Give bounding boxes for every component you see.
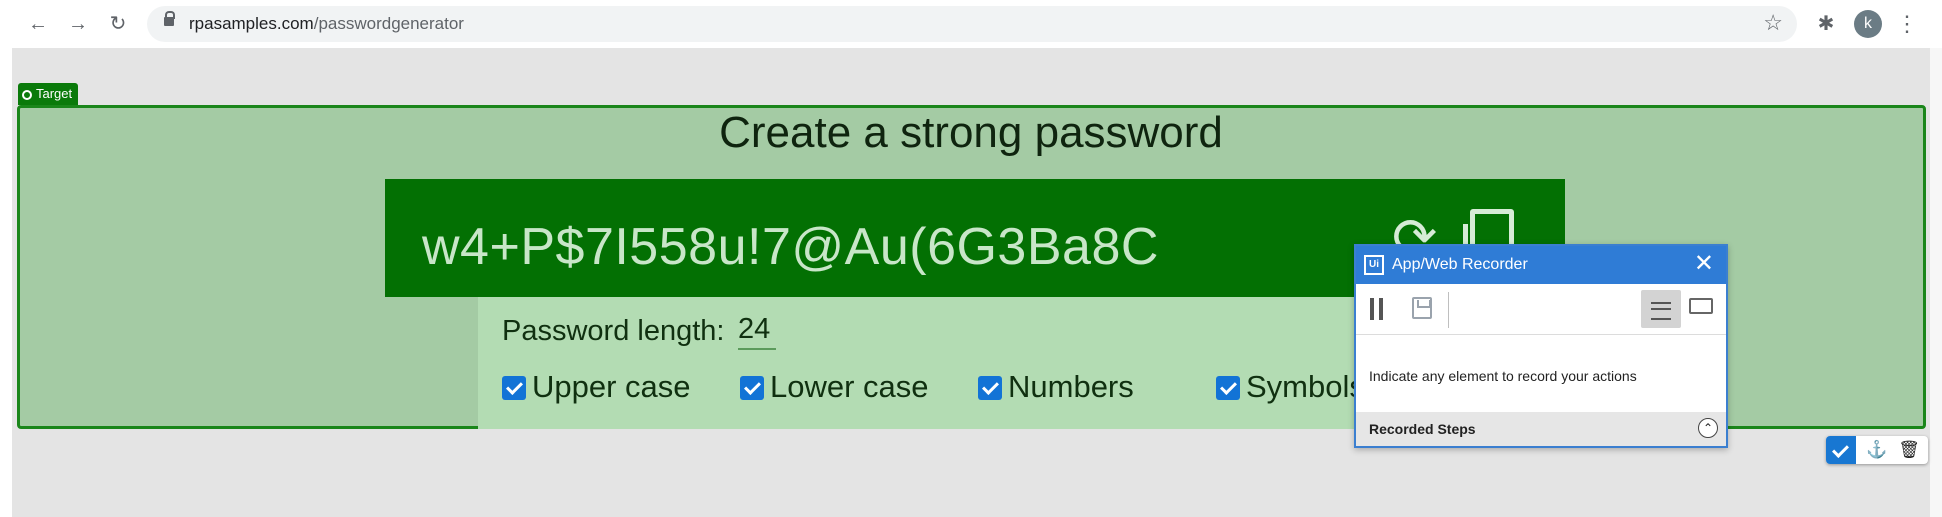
uipath-logo-icon: Ui — [1364, 255, 1384, 275]
length-input[interactable]: 24 — [738, 313, 776, 350]
option-symbols[interactable]: Symbols — [1216, 369, 1365, 405]
option-label: Symbols — [1246, 369, 1365, 404]
recorder-toolbar — [1356, 284, 1726, 335]
chevron-up-icon[interactable]: ⌃ — [1698, 418, 1718, 438]
recorded-steps-label: Recorded Steps — [1369, 421, 1476, 437]
avatar[interactable]: k — [1854, 10, 1882, 38]
option-upper-case[interactable]: Upper case — [502, 369, 691, 405]
checkbox-upper-case[interactable] — [502, 376, 526, 400]
recorder-window: Ui App/Web Recorder ✕ Indicate any eleme… — [1354, 244, 1728, 448]
url-domain: rpasamples.com — [189, 14, 314, 33]
address-bar[interactable]: rpasamples.com/passwordgenerator ☆ — [147, 6, 1797, 42]
pause-icon[interactable] — [1370, 298, 1384, 320]
option-label: Numbers — [1008, 369, 1134, 404]
select-target-button[interactable] — [1641, 290, 1681, 328]
browser-toolbar: ← → ↻ rpasamples.com/passwordgenerator ☆… — [0, 0, 1942, 48]
length-label: Password length: — [502, 315, 725, 347]
option-lower-case[interactable]: Lower case — [740, 369, 929, 405]
page-title: Create a strong password — [719, 108, 1223, 157]
extensions-icon[interactable]: ✱ — [1812, 10, 1840, 38]
back-icon[interactable]: ← — [24, 10, 52, 38]
option-numbers[interactable]: Numbers — [978, 369, 1134, 405]
close-icon[interactable]: ✕ — [1694, 251, 1714, 277]
target-tag: Target — [18, 83, 79, 105]
menu-icon[interactable]: ⋮ — [1896, 10, 1918, 38]
url-text[interactable]: rpasamples.com/passwordgenerator — [189, 14, 464, 34]
target-icon — [22, 90, 32, 100]
star-icon[interactable]: ☆ — [1763, 10, 1783, 36]
checkbox-lower-case[interactable] — [740, 376, 764, 400]
target-actions-toolbar: ⚓ 🗑 — [1826, 436, 1928, 464]
list-icon — [1651, 302, 1671, 320]
option-label: Upper case — [532, 369, 691, 404]
recorder-title: App/Web Recorder — [1392, 256, 1528, 273]
lock-icon[interactable] — [164, 11, 175, 26]
target-label: Target — [36, 86, 73, 101]
anchor-icon[interactable]: ⚓ — [1862, 437, 1892, 463]
password-settings: Password length: 24 Upper case Lower cas… — [478, 297, 1478, 429]
password-text: w4+P$7I558u!7@Au(6G3Ba8C — [422, 218, 1159, 276]
option-label: Lower case — [770, 369, 929, 404]
confirm-icon[interactable] — [1826, 436, 1856, 464]
toolbar-divider — [1448, 292, 1449, 328]
save-icon[interactable] — [1412, 297, 1432, 319]
reload-icon[interactable]: ↻ — [104, 10, 132, 38]
recorder-message: Indicate any element to record your acti… — [1369, 368, 1637, 384]
recorder-titlebar[interactable]: Ui App/Web Recorder ✕ — [1356, 246, 1726, 284]
keyboard-icon[interactable] — [1689, 298, 1713, 314]
checkbox-numbers[interactable] — [978, 376, 1002, 400]
recorded-steps-header[interactable]: Recorded Steps ⌃ — [1356, 412, 1726, 446]
checkbox-symbols[interactable] — [1216, 376, 1240, 400]
trash-icon[interactable]: 🗑 — [1894, 437, 1924, 463]
forward-icon[interactable]: → — [64, 10, 92, 38]
url-path: /passwordgenerator — [313, 14, 464, 33]
